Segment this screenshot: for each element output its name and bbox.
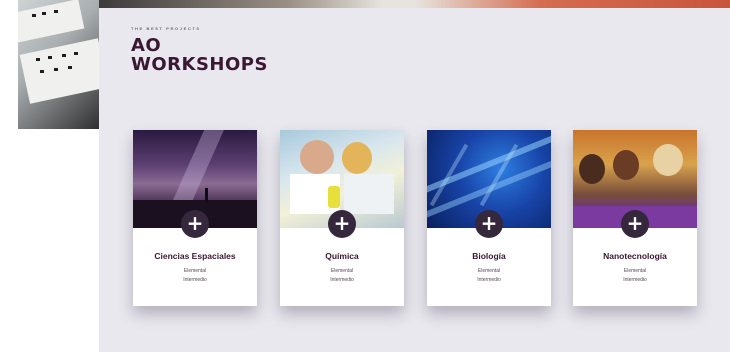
- card-title: Ciencias Espaciales: [154, 251, 236, 261]
- card-ciencias-espaciales[interactable]: + Ciencias Espaciales Elemental Intermed…: [133, 130, 257, 306]
- card-level: Intermedio: [477, 277, 501, 283]
- plus-icon[interactable]: +: [328, 210, 356, 238]
- card-title: Biología: [472, 251, 506, 261]
- card-level: Intermedio: [183, 277, 207, 283]
- card-level: Intermedio: [330, 277, 354, 283]
- card-quimica[interactable]: + Química Elemental Intermedio: [280, 130, 404, 306]
- side-photo: [18, 0, 99, 129]
- card-level: Intermedio: [623, 277, 647, 283]
- card-biologia[interactable]: + Biología Elemental Intermedio: [427, 130, 551, 306]
- card-level: Elemental: [623, 268, 647, 274]
- eyebrow-text: THE BEST PROJECTS: [131, 26, 201, 31]
- card-title: Química: [325, 251, 359, 261]
- top-image-strip: [99, 0, 730, 8]
- title-line-2: WORKSHOPS: [131, 54, 268, 75]
- title-line-1: AO: [131, 35, 162, 56]
- plus-icon[interactable]: +: [475, 210, 503, 238]
- card-title: Nanotecnología: [603, 251, 667, 261]
- page-title: AO WORKSHOPS: [131, 36, 268, 74]
- plus-icon[interactable]: +: [621, 210, 649, 238]
- card-level: Elemental: [477, 268, 501, 274]
- card-level: Elemental: [330, 268, 354, 274]
- card-nanotecnologia[interactable]: + Nanotecnología Elemental Intermedio: [573, 130, 697, 306]
- card-level: Elemental: [183, 268, 207, 274]
- plus-icon[interactable]: +: [181, 210, 209, 238]
